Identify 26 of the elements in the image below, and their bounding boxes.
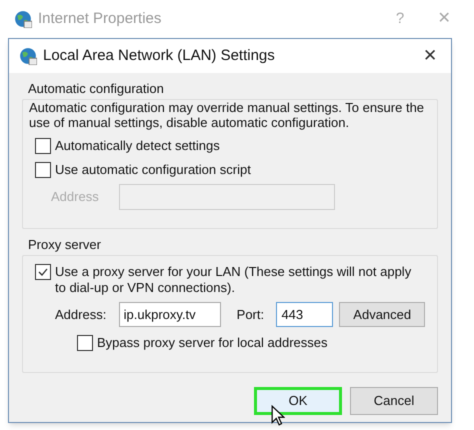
close-button[interactable]: ✕ bbox=[423, 43, 437, 69]
field-label: Port: bbox=[236, 306, 266, 324]
group-heading: Proxy server bbox=[28, 237, 102, 253]
group-heading: Automatic configuration bbox=[28, 81, 165, 97]
input-field[interactable]: ip.ukproxy.tv bbox=[118, 302, 221, 327]
checkbox-label[interactable]: Automatically detect settings bbox=[55, 138, 220, 154]
dialog-title: Local Area Network (LAN) Settings bbox=[43, 46, 275, 66]
check-icon bbox=[37, 266, 49, 278]
checkbox[interactable] bbox=[35, 162, 51, 178]
checkbox-label[interactable]: Use automatic configuration script bbox=[55, 162, 251, 178]
window-title: Internet Properties bbox=[38, 8, 162, 29]
checkbox[interactable] bbox=[35, 264, 51, 280]
globe-icon bbox=[19, 47, 37, 65]
advanced-button[interactable]: Advanced bbox=[339, 302, 425, 327]
field-label: Address bbox=[51, 188, 100, 206]
cancel-button[interactable]: Cancel bbox=[350, 387, 438, 415]
checkbox[interactable] bbox=[35, 138, 51, 154]
field-label: Address: bbox=[55, 306, 108, 324]
description-text: Automatic configuration may override manual settings. To ensure the use of manual settings, disable automatic configuration. bbox=[29, 100, 426, 130]
checkbox-label[interactable]: Bypass proxy server for local addresses bbox=[97, 335, 328, 351]
input-field[interactable]: 443 bbox=[276, 302, 334, 327]
cursor-icon bbox=[271, 405, 285, 426]
globe-icon bbox=[14, 10, 32, 28]
checkbox[interactable] bbox=[77, 335, 93, 351]
ok-button[interactable]: OK bbox=[254, 387, 342, 415]
checkbox-label[interactable]: Use a proxy server for your LAN (These settings will not apply to dial-up or VPN connections). bbox=[55, 264, 425, 296]
